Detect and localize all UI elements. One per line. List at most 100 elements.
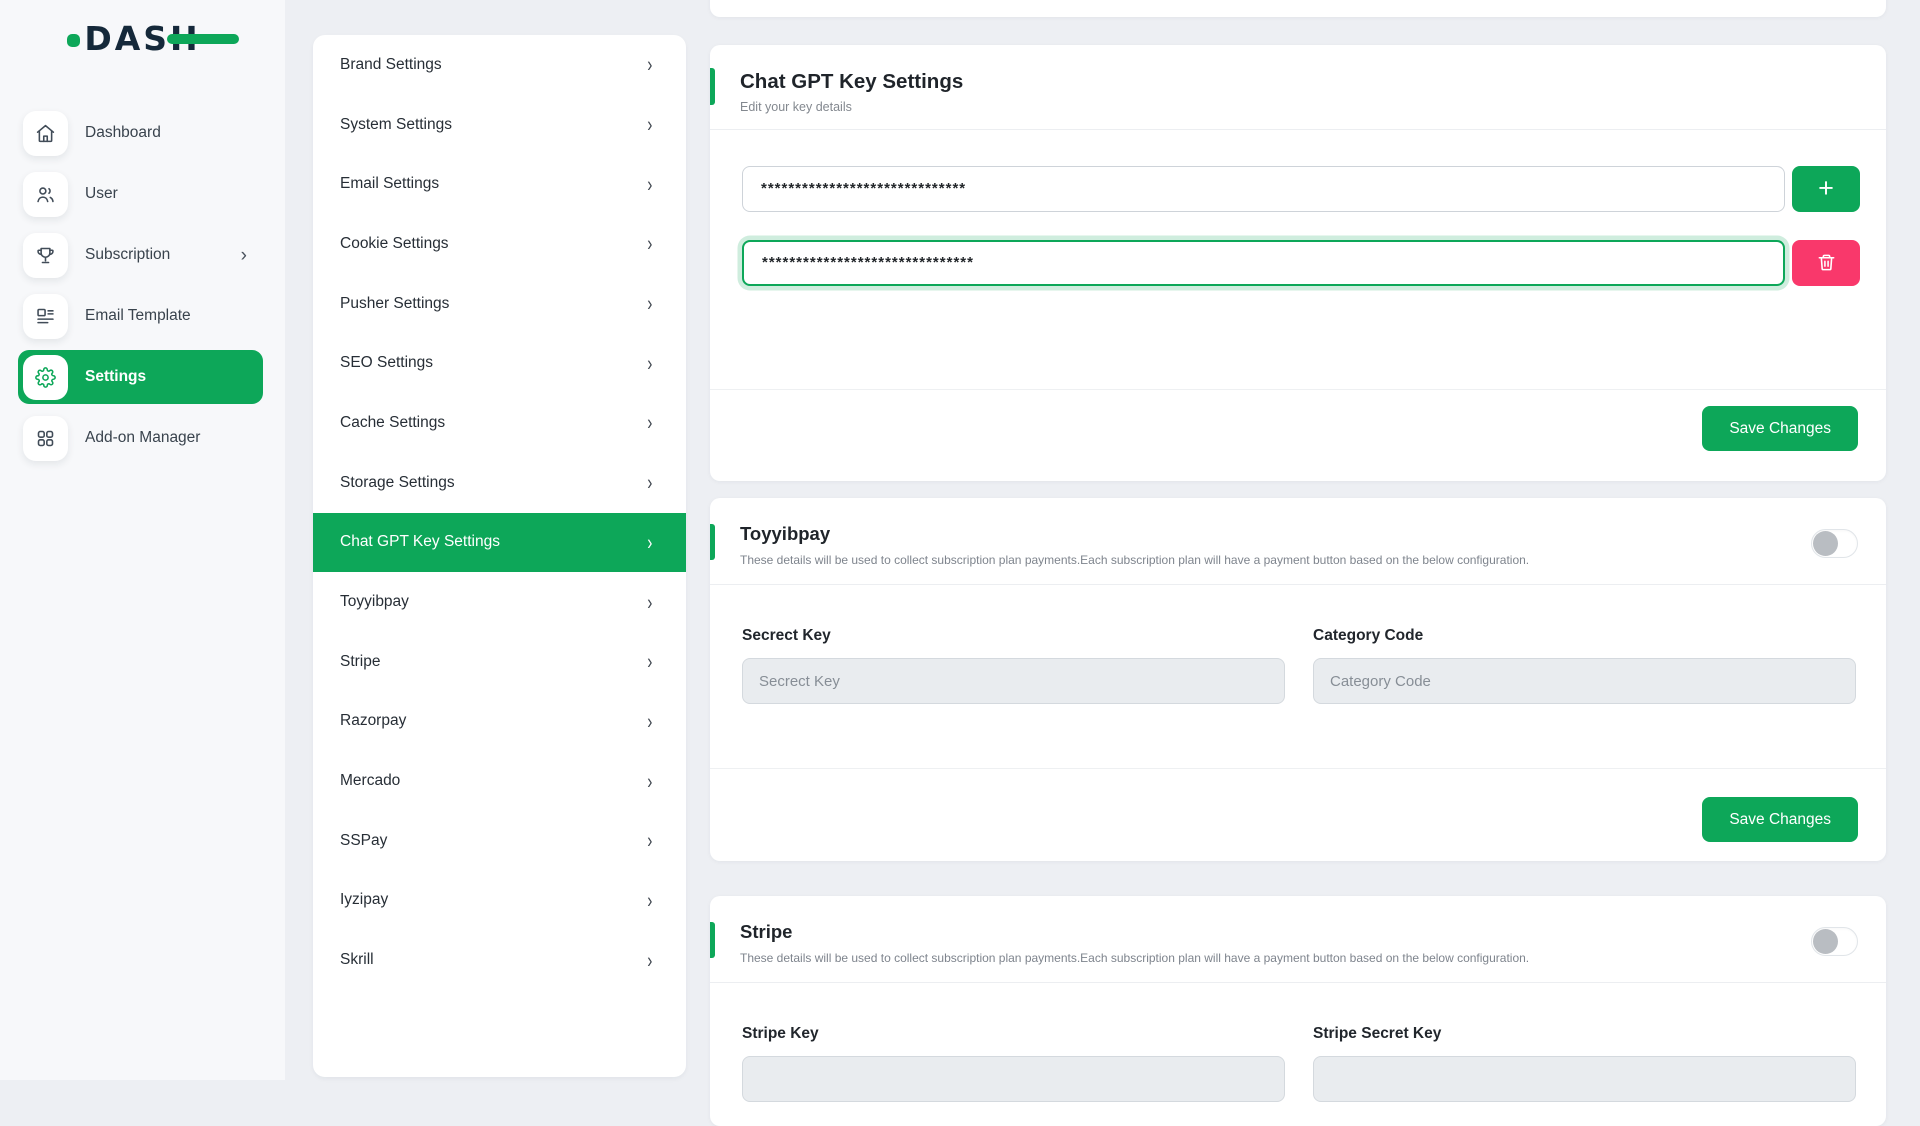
submenu-item-label: Cookie Settings (340, 235, 449, 253)
card-header: Toyyibpay These details will be used to … (710, 498, 1886, 585)
card-description: These details will be used to collect su… (740, 951, 1856, 965)
sidebar-item-label: Subscription (85, 246, 170, 264)
sidebar-item-label: Dashboard (85, 124, 161, 142)
chevron-right-icon: › (648, 651, 653, 672)
submenu-item-seo-settings[interactable]: SEO Settings › (313, 333, 686, 393)
submenu-item-mercado[interactable]: Mercado › (313, 751, 686, 811)
chevron-right-icon: › (648, 472, 653, 493)
trophy-icon (23, 233, 68, 278)
submenu-item-razorpay[interactable]: Razorpay› (313, 692, 686, 752)
submenu-item-brand-settings[interactable]: Brand Settings › (313, 35, 686, 95)
sidebar-item-addon-manager[interactable]: Add-on Manager (0, 413, 285, 463)
submenu-item-storage-settings[interactable]: Storage Settings › (313, 453, 686, 513)
submenu-item-label: Email Settings (340, 175, 439, 193)
field-group: Stripe Key (742, 1025, 1285, 1102)
save-changes-button[interactable]: Save Changes (1702, 797, 1858, 842)
chevron-right-icon: › (648, 830, 653, 851)
sidebar-item-user[interactable]: User (0, 169, 285, 219)
submenu-item-sspay[interactable]: SSPay › (313, 811, 686, 871)
chevron-right-icon: › (648, 412, 653, 433)
gear-icon (23, 355, 68, 400)
logo-dot (67, 34, 80, 47)
stripe-secret-key-input[interactable] (1313, 1056, 1856, 1102)
card-title: Toyyibpay (740, 522, 1856, 546)
submenu-item-label: System Settings (340, 116, 452, 134)
save-changes-button[interactable]: Save Changes (1702, 406, 1858, 451)
field-label: Category Code (1313, 627, 1856, 645)
submenu-item-label: Mercado (340, 772, 400, 790)
previous-card-bottom-edge (710, 0, 1886, 17)
delete-key-button[interactable] (1792, 240, 1860, 286)
field-group: Category Code (1313, 627, 1856, 704)
category-code-input[interactable] (1313, 658, 1856, 704)
sidebar-item-email-template[interactable]: Email Template (0, 291, 285, 341)
sidebar-item-subscription[interactable]: Subscription › (0, 230, 285, 280)
sidebar-item-dashboard[interactable]: Dashboard (0, 108, 285, 158)
chevron-right-icon: › (648, 770, 653, 791)
field-label: Stripe Key (742, 1025, 1285, 1043)
submenu-item-toyyibpay[interactable]: Toyyibpay› (313, 572, 686, 632)
sidebar: DASH Dashboard User Subscription › (0, 0, 285, 1080)
submenu-item-skrill[interactable]: Skrill› (313, 930, 686, 990)
template-icon (23, 294, 68, 339)
submenu-item-cookie-settings[interactable]: Cookie Settings › (313, 214, 686, 274)
card-subtitle: Edit your key details (740, 100, 1856, 114)
grid-icon (23, 416, 68, 461)
chevron-right-icon: › (648, 950, 653, 971)
submenu-item-system-settings[interactable]: System Settings › (313, 95, 686, 155)
toyyibpay-toggle[interactable] (1811, 529, 1858, 558)
card-title: Stripe (740, 920, 1856, 944)
submenu-item-label: Cache Settings (340, 414, 445, 432)
chevron-right-icon: › (648, 54, 653, 75)
card-footer: Save Changes (710, 389, 1886, 481)
chevron-right-icon: › (648, 233, 653, 254)
field-group: Stripe Secret Key (1313, 1025, 1856, 1102)
stripe-toggle[interactable] (1811, 927, 1858, 956)
stripe-key-input[interactable] (742, 1056, 1285, 1102)
home-icon (23, 111, 68, 156)
field-label: Stripe Secret Key (1313, 1025, 1856, 1043)
secret-key-input[interactable] (742, 658, 1285, 704)
chevron-right-icon: › (648, 532, 653, 553)
sidebar-item-label: Add-on Manager (85, 429, 200, 447)
chevron-right-icon: › (648, 353, 653, 374)
sidebar-nav: Dashboard User Subscription › Email Temp… (0, 108, 285, 463)
card-body: Stripe Key Stripe Secret Key (710, 983, 1886, 1102)
chevron-right-icon: › (648, 114, 653, 135)
sidebar-item-label: Email Template (85, 307, 191, 325)
submenu-item-label: Storage Settings (340, 474, 455, 492)
submenu-item-label: Toyyibpay (340, 593, 409, 611)
field-label: Secrect Key (742, 627, 1285, 645)
submenu-item-label: SSPay (340, 832, 387, 850)
sidebar-item-label: User (85, 185, 118, 203)
add-key-button[interactable]: + (1792, 166, 1860, 212)
submenu-item-label: Iyzipay (340, 891, 388, 909)
submenu-item-email-settings[interactable]: Email Settings› (313, 154, 686, 214)
card-header: Stripe These details will be used to col… (710, 896, 1886, 983)
logo-bar (167, 34, 239, 44)
submenu-item-label: SEO Settings (340, 354, 433, 372)
submenu-item-iyzipay[interactable]: Iyzipay › (313, 871, 686, 931)
trash-icon (1817, 253, 1836, 272)
submenu-item-cache-settings[interactable]: Cache Settings › (313, 393, 686, 453)
submenu-item-label: Stripe (340, 653, 381, 671)
api-key-input-1[interactable] (742, 166, 1785, 212)
chevron-right-icon: › (648, 890, 653, 911)
card-footer: Save Changes (710, 768, 1886, 861)
card-title: Chat GPT Key Settings (740, 69, 1856, 96)
sidebar-item-settings[interactable]: Settings (0, 352, 285, 402)
submenu-item-stripe[interactable]: Stripe › (313, 632, 686, 692)
card-body: Secrect Key Category Code (710, 585, 1886, 704)
toggle-knob (1813, 531, 1838, 556)
api-key-row (742, 240, 1860, 286)
toyyibpay-card: Toyyibpay These details will be used to … (710, 498, 1886, 861)
submenu-item-label: Pusher Settings (340, 295, 449, 313)
api-key-input-2[interactable] (742, 240, 1785, 286)
chevron-right-icon: › (648, 711, 653, 732)
submenu-item-label: Brand Settings (340, 56, 442, 74)
submenu-item-pusher-settings[interactable]: Pusher Settings› (313, 274, 686, 334)
toggle-knob (1813, 929, 1838, 954)
submenu-item-chatgpt-key-settings[interactable]: Chat GPT Key Settings› (313, 513, 686, 573)
sidebar-item-label: Settings (85, 368, 146, 386)
chatgpt-key-settings-card: Chat GPT Key Settings Edit your key deta… (710, 45, 1886, 481)
